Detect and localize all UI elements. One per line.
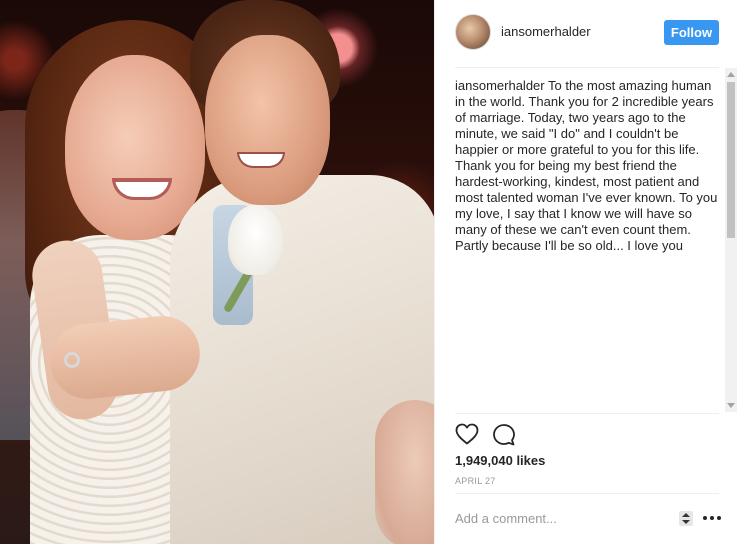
boutonniere-flower xyxy=(228,205,283,275)
scroll-down-arrow-icon[interactable] xyxy=(727,403,735,408)
post-photo[interactable] xyxy=(0,0,434,544)
dot-icon xyxy=(717,516,721,520)
dot-icon xyxy=(703,516,707,520)
resize-icon[interactable] xyxy=(679,511,693,526)
username-link[interactable]: iansomerhalder xyxy=(501,24,591,39)
heart-icon[interactable] xyxy=(455,423,479,445)
caption-area: iansomerhalder To the most amazing human… xyxy=(455,78,719,408)
scrollbar-thumb[interactable] xyxy=(727,82,735,238)
blurred-foreground-hand xyxy=(375,400,434,544)
caption-scrollbar[interactable] xyxy=(725,68,737,412)
wedding-ring xyxy=(64,352,80,368)
post-sidebar: iansomerhalder Follow iansomerhalder To … xyxy=(434,0,738,544)
add-comment-input[interactable] xyxy=(455,507,665,529)
avatar[interactable] xyxy=(455,14,491,50)
more-options-icon[interactable] xyxy=(703,510,721,526)
groom-face xyxy=(205,35,330,205)
scroll-up-arrow-icon[interactable] xyxy=(727,72,735,77)
follow-button[interactable]: Follow xyxy=(664,20,719,45)
caption: iansomerhalder To the most amazing human… xyxy=(455,78,719,254)
caption-text: To the most amazing human in the world. … xyxy=(455,78,718,253)
actions-divider xyxy=(455,413,719,414)
likes-count[interactable]: 1,949,040 likes xyxy=(455,453,545,468)
comment-divider xyxy=(455,493,719,494)
header-divider xyxy=(455,67,719,68)
comment-icon[interactable] xyxy=(492,423,516,447)
post-header: iansomerhalder Follow xyxy=(435,0,738,66)
bride-face xyxy=(65,55,205,240)
post-date[interactable]: APRIL 27 xyxy=(455,476,496,486)
dot-icon xyxy=(710,516,714,520)
caption-username[interactable]: iansomerhalder xyxy=(455,78,545,93)
